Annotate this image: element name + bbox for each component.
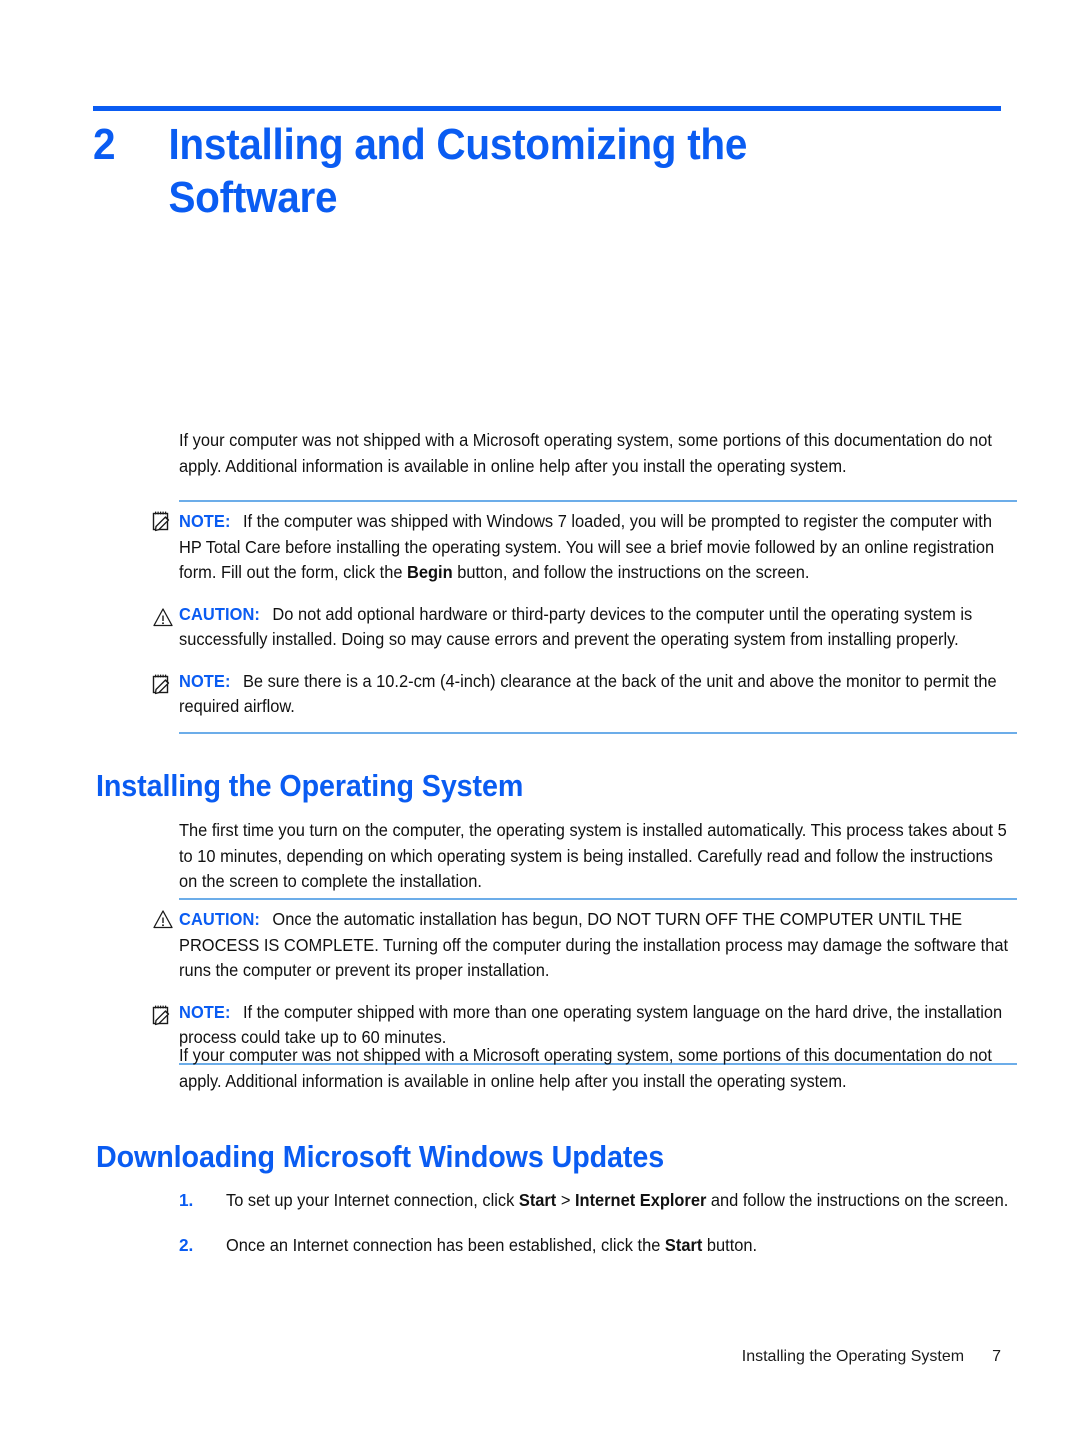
note-body-text: If the computer shipped with more than o… (179, 1001, 1003, 1048)
step2-part1: Once an Internet connection has been est… (226, 1234, 665, 1255)
caution-body-text: Once the automatic installation has begu… (179, 909, 1009, 980)
warning-triangle-icon (152, 606, 174, 628)
admonition-group-bottom: CAUTION: Once the automatic installation … (152, 898, 1017, 1065)
page-footer: Installing the Operating System 7 (93, 1347, 1001, 1367)
section-heading-installing-os: Installing the Operating System (96, 769, 524, 803)
note-pencil-icon (152, 673, 174, 695)
caution-label: CAUTION: (179, 603, 261, 624)
list-item-number: 2. (179, 1234, 194, 1255)
note-text: NOTE: If the computer was shipped with Wi… (179, 509, 1017, 586)
caution-block-hardware: CAUTION: Do not add optional hardware or … (153, 598, 1017, 665)
caution-label: CAUTION: (179, 909, 261, 929)
step1-part2: and follow the instructions on the scree… (706, 1190, 1009, 1210)
chapter-number: 2 (93, 120, 116, 169)
step1-bold-ie: Internet Explorer (574, 1190, 707, 1210)
admonition-group-top: NOTE: If the computer was shipped with Wi… (152, 500, 1017, 734)
procedure-list: 1. To set up your Internet connection, c… (179, 1188, 1059, 1277)
note-block-windows7: NOTE: If the computer was shipped with Wi… (152, 502, 1017, 598)
note-pencil-icon (152, 1004, 174, 1026)
note-text: NOTE: Be sure there is a 10.2-cm (4-inch)… (179, 669, 1017, 720)
step1-bold-start: Start (518, 1190, 557, 1210)
note-label: NOTE: (179, 511, 231, 531)
intro-paragraph: If your computer was not shipped with a … (179, 430, 992, 476)
section-heading-downloading-updates: Downloading Microsoft Windows Updates (96, 1140, 665, 1174)
caution-body-text: Do not add optional hardware or third-pa… (179, 603, 973, 650)
list-item-text: Once an Internet connection has been est… (226, 1233, 1057, 1259)
list-item: 2. Once an Internet connection has been … (179, 1233, 1059, 1259)
step2-bold-start: Start (664, 1234, 703, 1255)
note-body-text: Be sure there is a 10.2-cm (4-inch) clea… (179, 670, 997, 717)
footer-running-head: Installing the Operating System (741, 1348, 965, 1365)
list-item-number: 1. (179, 1190, 194, 1210)
note-label: NOTE: (179, 670, 231, 691)
warning-triangle-icon (152, 908, 174, 930)
chapter-title-line1: Installing and Customizing the (168, 120, 748, 169)
caution-block-do-not-turn-off: CAUTION: Once the automatic installation … (153, 900, 1017, 996)
note-bold-begin: Begin (407, 562, 453, 582)
caution-text: CAUTION: Once the automatic installation … (179, 907, 1017, 984)
document-page: 2 Installing and Customizing the Software… (0, 0, 1080, 1437)
footer-page-number: 7 (992, 1348, 1001, 1365)
list-item-text: To set up your Internet connection, clic… (226, 1188, 1057, 1214)
note-pencil-icon (152, 510, 174, 532)
chapter-rule (93, 106, 1001, 111)
note-label: NOTE: (179, 1001, 231, 1022)
note-text-part2: button, and follow the instructions on t… (452, 562, 810, 582)
caution-text: CAUTION: Do not add optional hardware or … (179, 602, 1017, 653)
chapter-title: 2 Installing and Customizing the Software (93, 118, 820, 224)
list-item: 1. To set up your Internet connection, c… (179, 1188, 1059, 1214)
chapter-title-line2: Software (168, 173, 338, 222)
os-install-paragraph: The first time you turn on the computer,… (179, 820, 1007, 891)
step1-part1: To set up your Internet connection, clic… (226, 1190, 519, 1210)
step1-separator: > (556, 1190, 575, 1210)
note-block-clearance: NOTE: Be sure there is a 10.2-cm (4-inch)… (152, 665, 1017, 732)
intro-repeat-paragraph: If your computer was not shipped with a … (179, 1045, 992, 1091)
step2-part2: button. (702, 1234, 758, 1255)
